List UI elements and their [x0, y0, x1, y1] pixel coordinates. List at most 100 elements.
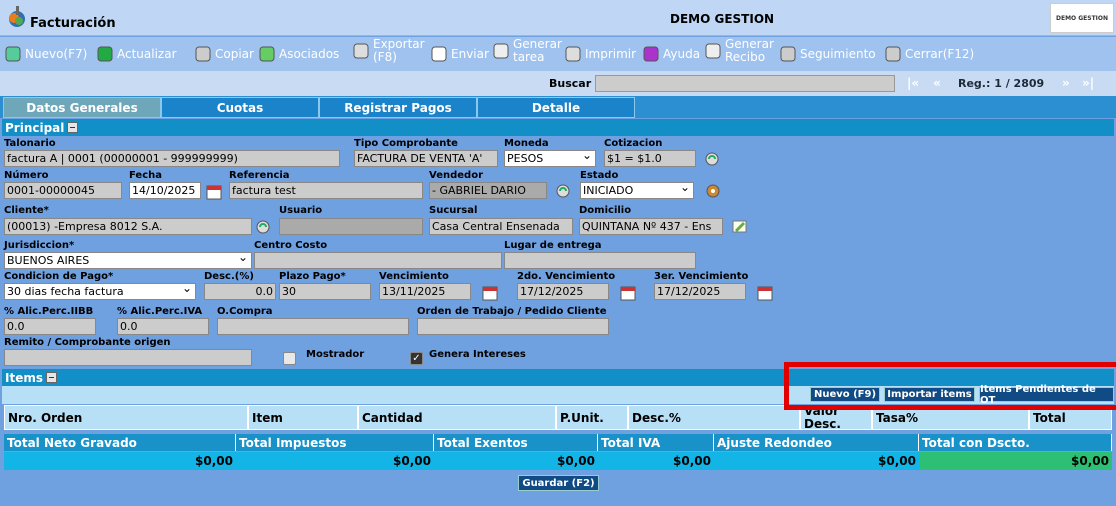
condicion-pago-label: Condicion de Pago* [4, 271, 114, 282]
fecha-label: Fecha [129, 170, 163, 181]
toolbar-label: Generar tarea [513, 37, 562, 64]
next-page-button[interactable]: » [1062, 76, 1070, 90]
collapse-items-icon[interactable] [46, 372, 57, 383]
toolbar-label: Exportar (F8) [373, 37, 425, 64]
estado-select[interactable]: INICIADO [580, 182, 694, 199]
toolbar-button-close[interactable]: Cerrar(F12) [884, 45, 974, 63]
collapse-principal-icon[interactable] [67, 122, 79, 133]
vendedor-lookup-icon[interactable] [554, 182, 572, 200]
toolbar-button-task[interactable]: Generar tarea [492, 38, 565, 64]
app-logo-icon [9, 6, 25, 27]
toolbar-button-help[interactable]: Ayuda [642, 45, 700, 63]
vendedor-field[interactable]: - GABRIEL DARIO [429, 182, 547, 199]
numero-label: Número [4, 170, 49, 181]
search-label: Buscar [549, 77, 592, 90]
tab-registrar-pagos[interactable]: Registrar Pagos [319, 97, 477, 118]
toolbar-button-refresh-money[interactable]: Actualizar [96, 45, 177, 63]
plazo-pago-field[interactable]: 30 [279, 283, 371, 300]
search-input[interactable] [595, 75, 895, 92]
genera-intereses-checkbox[interactable]: ✓ [410, 352, 423, 365]
toolbar-button-associated[interactable]: Asociados [258, 45, 339, 63]
last-page-button[interactable]: »| [1082, 76, 1094, 90]
tracking-icon [779, 45, 797, 63]
brand-logo: DEMO GESTION [1050, 3, 1114, 33]
title-bar [0, 0, 1116, 36]
toolbar-button-export[interactable]: Exportar (F8) [352, 38, 425, 64]
guardar-button[interactable]: Guardar (F2) [518, 475, 599, 491]
orden-trabajo-field[interactable] [417, 318, 609, 335]
talonario-label: Talonario [4, 138, 56, 149]
task-icon [492, 42, 510, 60]
cliente-field[interactable]: (00013) -Empresa 8012 S.A. [4, 218, 252, 235]
principal-section-header[interactable]: Principal [2, 119, 1114, 136]
toolbar-label: Enviar [451, 46, 489, 61]
mostrador-checkbox[interactable] [283, 352, 296, 365]
toolbar-label: Asociados [279, 46, 340, 61]
sucursal-field[interactable]: Casa Central Ensenada [429, 218, 573, 235]
principal-label: Principal [5, 120, 65, 135]
desc-field[interactable]: 0.0 [204, 283, 276, 300]
cotizacion-refresh-icon[interactable] [703, 150, 721, 168]
numero-field[interactable]: 0001-00000045 [4, 182, 122, 199]
items-label: Items [5, 370, 43, 385]
venc3-label: 3er. Vencimiento [654, 271, 749, 282]
col-desc-pct: Desc.% [628, 405, 800, 430]
first-page-button[interactable]: |« [907, 76, 919, 90]
help-icon [642, 45, 660, 63]
moneda-select[interactable]: PESOS [504, 150, 596, 167]
alic-iibb-field[interactable]: 0.0 [4, 318, 96, 335]
condicion-pago-select[interactable]: 30 dias fecha factura [4, 283, 196, 300]
estado-gear-icon[interactable] [704, 182, 722, 200]
record-counter: Reg.: 1 / 2809 [958, 77, 1045, 90]
referencia-field[interactable]: factura test [229, 182, 423, 199]
lugar-entrega-label: Lugar de entrega [504, 240, 602, 251]
domicilio-field[interactable]: QUINTANA Nº 437 - Ens [579, 218, 723, 235]
venc2-calendar-icon[interactable] [619, 284, 637, 302]
fecha-calendar-icon[interactable] [205, 183, 223, 201]
total-impuestos-header: Total Impuestos [236, 434, 434, 451]
cotizacion-field[interactable]: $1 = $1.0 [604, 150, 696, 167]
associated-icon [258, 45, 276, 63]
domicilio-edit-icon[interactable] [731, 217, 749, 235]
venc2-field[interactable]: 17/12/2025 [517, 283, 609, 300]
toolbar-button-send[interactable]: Enviar [430, 45, 489, 63]
jurisdiccion-select[interactable]: BUENOS AIRES [4, 252, 252, 269]
usuario-label: Usuario [279, 205, 323, 216]
alic-iva-field[interactable]: 0.0 [117, 318, 209, 335]
tab-detalle[interactable]: Detalle [477, 97, 635, 118]
col-nro-orden: Nro. Orden [4, 405, 248, 430]
refresh-money-icon [96, 45, 114, 63]
cliente-lookup-icon[interactable] [254, 218, 272, 236]
tab-datos-generales[interactable]: Datos Generales [3, 97, 161, 118]
tipo-comprobante-field[interactable]: FACTURA DE VENTA 'A' [354, 150, 498, 167]
talonario-field[interactable]: factura A | 0001 (00000001 - 999999999) [4, 150, 340, 167]
centro-costo-field[interactable] [254, 252, 502, 269]
prev-page-button[interactable]: « [933, 76, 941, 90]
ocompra-field[interactable] [217, 318, 409, 335]
venc3-calendar-icon[interactable] [756, 284, 774, 302]
vencimiento-field[interactable]: 13/11/2025 [379, 283, 471, 300]
company-name: DEMO GESTION [670, 12, 775, 26]
col-cantidad: Cantidad [358, 405, 556, 430]
toolbar-button-tracking[interactable]: Seguimiento [779, 45, 876, 63]
total-exentos-header: Total Exentos [434, 434, 598, 451]
jurisdiccion-label: Jurisdiccion* [4, 240, 75, 251]
toolbar-button-receipt[interactable]: Generar Recibo [704, 38, 777, 64]
tab-cuotas[interactable]: Cuotas [161, 97, 319, 118]
print-icon [564, 45, 582, 63]
total-neto-gravado-header: Total Neto Gravado [4, 434, 236, 451]
vencimiento-calendar-icon[interactable] [481, 284, 499, 302]
venc3-field[interactable]: 17/12/2025 [654, 283, 746, 300]
toolbar-button-print[interactable]: Imprimir [564, 45, 636, 63]
highlight-box [784, 362, 1116, 410]
toolbar-button-copy[interactable]: Copiar [194, 45, 254, 63]
lugar-entrega-field[interactable] [504, 252, 696, 269]
ocompra-label: O.Compra [217, 306, 273, 317]
ajuste-redondeo-header: Ajuste Redondeo [714, 434, 919, 451]
usuario-field[interactable] [279, 218, 423, 235]
remito-label: Remito / Comprobante origen [4, 337, 171, 348]
fecha-field[interactable]: 14/10/2025 [129, 182, 201, 199]
remito-field[interactable] [4, 349, 252, 366]
toolbar-button-new-doc[interactable]: Nuevo(F7) [4, 45, 87, 63]
moneda-label: Moneda [504, 138, 549, 149]
